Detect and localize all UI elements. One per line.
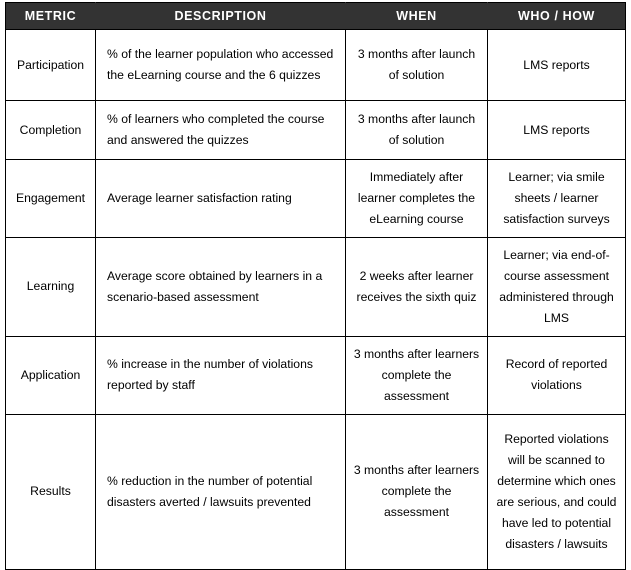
cell-metric: Participation	[5, 29, 96, 101]
cell-description: % of the learner population who accessed…	[95, 29, 346, 101]
table-row: Participation % of the learner populatio…	[5, 29, 626, 101]
column-header-who-how: WHO / HOW	[487, 2, 626, 30]
column-header-metric: METRIC	[5, 2, 96, 30]
cell-who-how: Learner; via end-of-course assessment ad…	[487, 236, 626, 337]
cell-description: % of learners who completed the course a…	[95, 100, 346, 160]
cell-description: Average learner satisfaction rating	[95, 159, 346, 238]
cell-who-how: Learner; via smile sheets / learner sati…	[487, 159, 626, 238]
cell-description: % increase in the number of violations r…	[95, 335, 346, 415]
page-container: METRIC DESCRIPTION WHEN WHO / HOW Partic…	[0, 0, 631, 570]
column-header-when: WHEN	[345, 2, 488, 30]
table-row: Engagement Average learner satisfaction …	[5, 159, 626, 238]
cell-metric: Engagement	[5, 159, 96, 238]
evaluation-metrics-table: METRIC DESCRIPTION WHEN WHO / HOW Partic…	[5, 2, 626, 570]
cell-metric: Application	[5, 335, 96, 415]
table-row: Results % reduction in the number of pot…	[5, 413, 626, 570]
cell-metric: Results	[5, 413, 96, 570]
cell-when: 3 months after launch of solution	[345, 100, 488, 160]
column-header-description: DESCRIPTION	[95, 2, 346, 30]
cell-description: % reduction in the number of potential d…	[95, 413, 346, 570]
cell-description: Average score obtained by learners in a …	[95, 236, 346, 337]
table-body: Participation % of the learner populatio…	[5, 29, 626, 570]
cell-who-how: LMS reports	[487, 100, 626, 160]
cell-who-how: LMS reports	[487, 29, 626, 101]
table-header: METRIC DESCRIPTION WHEN WHO / HOW	[5, 2, 626, 30]
table-row: Completion % of learners who completed t…	[5, 100, 626, 160]
table-row: Learning Average score obtained by learn…	[5, 236, 626, 337]
cell-when: 3 months after learners complete the ass…	[345, 413, 488, 570]
cell-when: 2 weeks after learner receives the sixth…	[345, 236, 488, 337]
table-row: Application % increase in the number of …	[5, 335, 626, 415]
cell-who-how: Reported violations will be scanned to d…	[487, 413, 626, 570]
table-header-row: METRIC DESCRIPTION WHEN WHO / HOW	[5, 2, 626, 30]
cell-metric: Learning	[5, 236, 96, 337]
cell-when: Immediately after learner completes the …	[345, 159, 488, 238]
cell-when: 3 months after launch of solution	[345, 29, 488, 101]
cell-when: 3 months after learners complete the ass…	[345, 335, 488, 415]
cell-metric: Completion	[5, 100, 96, 160]
cell-who-how: Record of reported violations	[487, 335, 626, 415]
